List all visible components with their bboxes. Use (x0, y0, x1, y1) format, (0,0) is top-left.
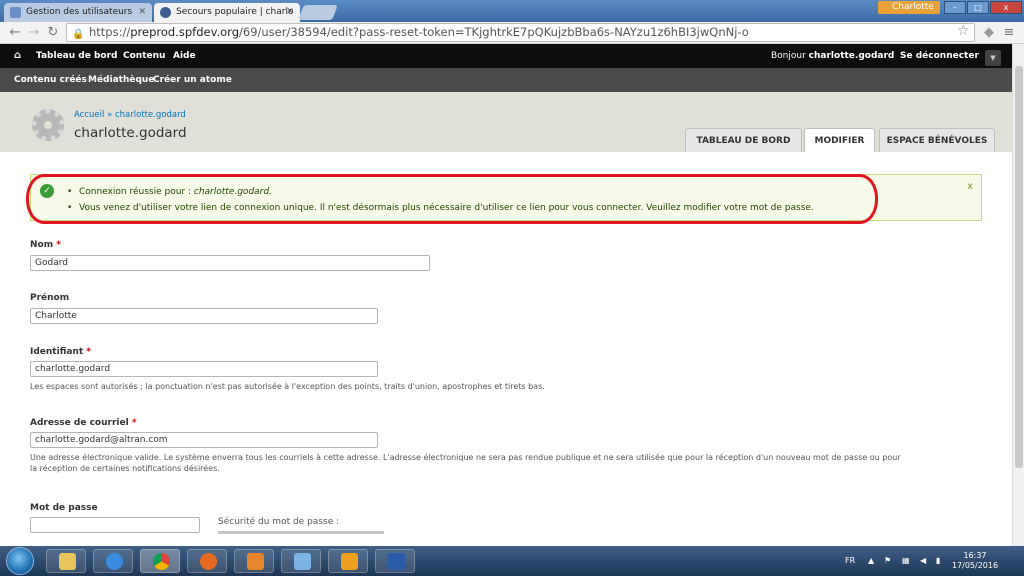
tab-label: Gestion des utilisateurs (26, 7, 133, 17)
bookmark-star-icon[interactable]: ☆ (957, 23, 970, 39)
taskbar-explorer[interactable] (46, 549, 86, 573)
address-bar[interactable]: 🔒 https://preprod.spfdev.org/69/user/385… (66, 23, 975, 42)
taskbar-outlook[interactable] (328, 549, 368, 573)
breadcrumb-separator: » (107, 110, 113, 120)
word-icon (388, 553, 405, 570)
tab-label: Secours populaire | charlo (176, 7, 294, 17)
internet-explorer-icon (106, 553, 123, 570)
taskbar-internet-explorer[interactable] (93, 549, 133, 573)
page-title: charlotte.godard (74, 125, 187, 141)
email-description-line-2: la réception de certaines notifications … (30, 464, 220, 473)
label-nom: Nom * (30, 240, 61, 250)
prenom-field[interactable]: Charlotte (30, 308, 378, 324)
taskbar-chrome[interactable] (140, 549, 180, 573)
menu-icon[interactable]: ≡ (1002, 25, 1016, 41)
forward-arrow-icon[interactable]: → (27, 25, 41, 41)
close-message-icon[interactable]: x (967, 181, 973, 192)
browser-tabstrip: Gestion des utilisateurs ✕ Secours popul… (0, 0, 1024, 22)
password-strength-bar (218, 531, 384, 534)
taskbar-firefox[interactable] (187, 549, 227, 573)
media-player-icon (247, 553, 264, 570)
red-highlight-annotation (26, 174, 878, 224)
lock-icon: 🔒 (72, 29, 85, 40)
logout-link[interactable]: Se déconnecter (900, 44, 979, 68)
email-description-line-1: Une adresse électronique valide. Le syst… (30, 453, 901, 462)
new-tab-button[interactable] (298, 5, 338, 20)
reload-icon[interactable]: ↻ (46, 25, 60, 41)
volume-icon[interactable]: ◀ (920, 546, 926, 576)
greeting-text: Bonjour charlotte.godard (771, 44, 894, 68)
close-window-button[interactable]: x (990, 1, 1022, 14)
breadcrumb-user[interactable]: charlotte.godard (115, 110, 186, 120)
admin-link-contenu[interactable]: Contenu (123, 44, 165, 68)
page-scrollbar[interactable] (1012, 44, 1024, 546)
url-host: preprod.spfdev.org (130, 25, 239, 39)
clock-date: 17/05/2016 (951, 561, 999, 570)
minimize-button[interactable]: – (944, 1, 966, 14)
shortcut-contenu-crees[interactable]: Contenu créés (14, 68, 87, 92)
taskbar-remote-desktop[interactable] (281, 549, 321, 573)
site-favicon-icon (10, 7, 21, 18)
extension-icon[interactable]: ◆ (982, 25, 996, 41)
windows-taskbar: FR ▲ ⚑ ▦ ◀ ▮ 16:37 17/05/2016 (0, 546, 1024, 576)
page-header: Accueil » charlotte.godard charlotte.god… (0, 92, 1012, 153)
tab-modifier[interactable]: MODIFIER (804, 128, 875, 153)
battery-icon[interactable]: ▮ (936, 546, 940, 576)
label-identifiant: Identifiant * (30, 347, 92, 357)
scrollbar-thumb[interactable] (1015, 66, 1023, 468)
maximize-button[interactable]: □ (967, 1, 989, 14)
breadcrumb: Accueil » charlotte.godard (74, 110, 186, 120)
shortcut-creer-atome[interactable]: Créer un atome (153, 68, 232, 92)
tab-gestion-utilisateurs[interactable]: Gestion des utilisateurs ✕ (4, 3, 152, 22)
shortcuts-bar: Contenu créés Médiathèque Créer un atome (0, 68, 1024, 92)
home-icon[interactable]: ⌂ (14, 44, 21, 68)
breadcrumb-home[interactable]: Accueil (74, 110, 104, 120)
email-field[interactable]: charlotte.godard@altran.com (30, 432, 378, 448)
profile-badge[interactable]: Charlotte (878, 1, 940, 14)
site-favicon-icon (160, 7, 171, 18)
close-tab-icon[interactable]: ✕ (138, 3, 146, 22)
browser-toolbar: ← → ↻ 🔒 https://preprod.spfdev.org/69/us… (0, 22, 1024, 44)
greeting-label: Bonjour (771, 51, 806, 61)
label-prenom: Prénom (30, 293, 70, 303)
remote-desktop-icon (294, 553, 311, 570)
url-scheme: https:// (89, 25, 131, 39)
tab-tableau-de-bord[interactable]: TABLEAU DE BORD (685, 128, 802, 152)
outlook-icon (341, 553, 358, 570)
show-hidden-icons-icon[interactable]: ▲ (868, 546, 874, 576)
url-path: /69/user/38594/edit?pass-reset-token=TKj… (239, 25, 749, 39)
chrome-icon (153, 553, 170, 570)
language-indicator[interactable]: FR (845, 546, 855, 576)
tab-secours-populaire[interactable]: Secours populaire | charlo ✕ (154, 3, 300, 22)
taskbar-word[interactable] (375, 549, 415, 573)
password-field[interactable] (30, 517, 200, 533)
close-tab-icon[interactable]: ✕ (286, 3, 294, 22)
clock-time: 16:37 (963, 551, 987, 560)
label-email: Adresse de courriel * (30, 418, 137, 428)
admin-toolbar: ⌂ Tableau de bord Contenu Aide Bonjour c… (0, 44, 1024, 68)
gear-icon (32, 109, 64, 141)
identifiant-description: Les espaces sont autorisés ; la ponctuat… (30, 382, 545, 391)
admin-link-aide[interactable]: Aide (173, 44, 196, 68)
label-mot-de-passe: Mot de passe (30, 503, 98, 513)
password-strength-label: Sécurité du mot de passe : (218, 517, 340, 527)
firefox-icon (200, 553, 217, 570)
shortcut-mediatheque[interactable]: Médiathèque (88, 68, 154, 92)
identifiant-field[interactable]: charlotte.godard (30, 361, 378, 377)
back-arrow-icon[interactable]: ← (8, 25, 22, 41)
flag-icon[interactable]: ⚑ (884, 546, 891, 576)
username-link[interactable]: charlotte.godard (809, 51, 895, 61)
network-icon[interactable]: ▦ (902, 546, 910, 576)
system-clock[interactable]: 16:37 17/05/2016 (950, 551, 1000, 571)
folder-icon (59, 553, 76, 570)
tab-espace-benevoles[interactable]: ESPACE BÉNÉVOLES (879, 128, 995, 152)
admin-link-tableau-de-bord[interactable]: Tableau de bord (36, 44, 117, 68)
nom-field[interactable]: Godard (30, 255, 430, 271)
start-button[interactable] (6, 547, 34, 575)
taskbar-media-player[interactable] (234, 549, 274, 573)
shortcuts-toggle-icon[interactable]: ▼ (985, 50, 1001, 66)
